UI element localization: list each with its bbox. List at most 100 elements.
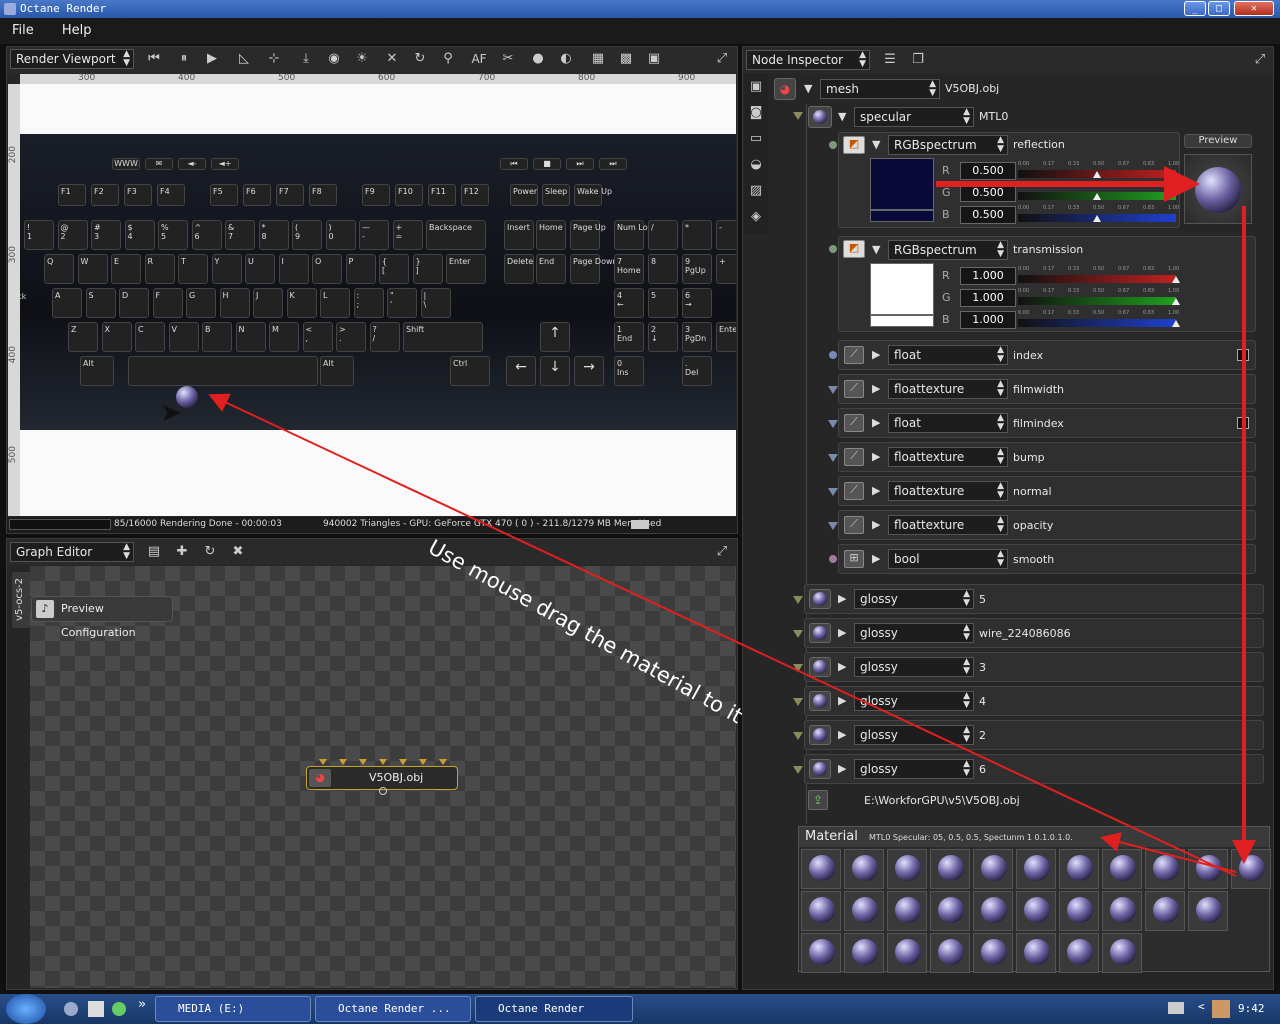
material-swatch[interactable] (973, 891, 1013, 931)
param-type-dropdown[interactable]: floattexture ▲ ▼ (888, 515, 1008, 535)
rotate-icon[interactable]: ↻ (411, 50, 429, 68)
sphere-icon[interactable]: ● (529, 50, 547, 68)
material-type-dropdown[interactable]: glossy ▲ ▼ (854, 623, 974, 643)
param-expand-icon[interactable]: ▶ (872, 348, 880, 361)
material-swatch[interactable] (1145, 849, 1185, 889)
material-swatch[interactable] (844, 849, 884, 889)
file-import-icon[interactable]: ⇪ (808, 790, 828, 810)
material-swatch[interactable] (887, 891, 927, 931)
quicklaunch-ie-icon[interactable] (64, 1002, 78, 1016)
specular-expand-icon[interactable]: ▼ (838, 110, 846, 123)
param-expand-icon[interactable]: ▶ (872, 484, 880, 497)
reflection-b-handle[interactable] (1093, 215, 1101, 222)
param-type-dropdown[interactable]: floattexture ▲ ▼ (888, 447, 1008, 467)
menu-help[interactable]: Help (50, 18, 104, 38)
checker-icon[interactable]: ▩ (617, 50, 635, 68)
quicklaunch-refresh-icon[interactable] (112, 1002, 126, 1016)
material-swatch[interactable] (887, 849, 927, 889)
material-type-dropdown[interactable]: glossy ▲ ▼ (854, 725, 974, 745)
param-value-toggle[interactable] (1237, 349, 1249, 361)
material-row-5[interactable]: ▶ glossy ▲ ▼ 2 (804, 720, 1264, 750)
collapse-all-icon[interactable]: ☰ (881, 51, 899, 69)
material-swatch[interactable] (1188, 891, 1228, 931)
tray-expand[interactable]: < (1198, 1000, 1205, 1013)
node-output-pin[interactable] (379, 787, 387, 795)
maximize-button[interactable]: □ (1208, 1, 1230, 16)
material-swatch[interactable] (1102, 849, 1142, 889)
param-expand-icon[interactable]: ▶ (872, 416, 880, 429)
material-expand-icon[interactable]: ▶ (838, 694, 846, 707)
material-expand-icon[interactable]: ▶ (838, 728, 846, 741)
render-target-icon[interactable]: ▣ (747, 78, 765, 96)
param-expand-icon[interactable]: ▶ (872, 518, 880, 531)
material-swatch[interactable] (1145, 891, 1185, 931)
material-swatch[interactable] (1102, 933, 1142, 973)
material-row-3[interactable]: ▶ glossy ▲ ▼ 3 (804, 652, 1264, 682)
camera-icon[interactable]: ◙ (747, 104, 765, 122)
material-swatch[interactable] (930, 891, 970, 931)
film-icon[interactable]: ▭ (747, 130, 765, 148)
material-expand-icon[interactable]: ▶ (838, 626, 846, 639)
material-type-dropdown[interactable]: glossy ▲ ▼ (854, 657, 974, 677)
alpha-icon[interactable]: ▣ (645, 50, 663, 68)
node-inspector-dropdown[interactable]: Node Inspector ▲ ▼ (746, 50, 870, 70)
maximize-viewport-icon[interactable]: ⤢ (713, 50, 731, 68)
pause-icon[interactable]: ⏸ (175, 50, 193, 68)
region-render-icon[interactable]: ◺ (235, 50, 253, 68)
material-swatch[interactable] (801, 849, 841, 889)
mesh-expand-icon[interactable]: ▼ (804, 82, 812, 95)
transmission-swatch[interactable] (870, 263, 934, 315)
autofocus-text-button[interactable]: AF (470, 50, 488, 68)
task-media[interactable]: MEDIA (E:) (155, 996, 311, 1022)
material-row-4[interactable]: ▶ glossy ▲ ▼ 4 (804, 686, 1264, 716)
node-input-pin[interactable] (399, 759, 407, 765)
material-swatch[interactable] (844, 933, 884, 973)
mesh-type-dropdown[interactable]: mesh ▲ ▼ (820, 79, 940, 99)
reflection-swatch[interactable] (870, 158, 934, 210)
material-swatch[interactable] (973, 933, 1013, 973)
focus-picker-icon[interactable]: ⊹ (265, 50, 283, 68)
close-button[interactable]: ✕ (1234, 1, 1274, 16)
image-icon[interactable]: ▨ (747, 182, 765, 200)
environment-icon[interactable]: ◒ (747, 156, 765, 174)
node-input-pin[interactable] (339, 759, 347, 765)
reflection-g-value[interactable]: 0.500 (960, 184, 1016, 202)
maximize-inspector-icon[interactable]: ⤢ (1251, 51, 1269, 69)
material-row-1[interactable]: ▶ glossy ▲ ▼ 5 (804, 584, 1264, 614)
add-node-icon[interactable]: ✚ (173, 543, 191, 561)
reflection-g-handle[interactable] (1093, 193, 1101, 200)
transmission-b-value[interactable]: 1.000 (960, 311, 1016, 329)
delete-node-icon[interactable]: ✖ (229, 543, 247, 561)
play-icon[interactable]: ▶ (203, 50, 221, 68)
refresh-icon[interactable]: ↻ (201, 543, 219, 561)
material-row-6[interactable]: ▶ glossy ▲ ▼ 6 (804, 754, 1264, 784)
material-expand-icon[interactable]: ▶ (838, 762, 846, 775)
mesh-node[interactable]: ◕ V5OBJ.obj (306, 759, 458, 795)
reflection-type-dropdown[interactable]: RGBspectrum ▲ ▼ (888, 135, 1008, 155)
reflection-r-value[interactable]: 0.500 (960, 162, 1016, 180)
menu-file[interactable]: File (0, 18, 46, 38)
material-swatch[interactable] (1188, 849, 1228, 889)
transmission-b-handle[interactable] (1172, 320, 1180, 327)
preview-configuration-button[interactable]: ♪ Preview Configuration (31, 596, 173, 639)
node-input-pin[interactable] (359, 759, 367, 765)
reflection-b-value[interactable]: 0.500 (960, 206, 1016, 224)
param-type-dropdown[interactable]: float ▲ ▼ (888, 413, 1008, 433)
kernel-icon[interactable]: ◈ (747, 208, 765, 226)
node-input-pin[interactable] (379, 759, 387, 765)
graph-editor-dropdown[interactable]: Graph Editor ▲ ▼ (10, 542, 134, 562)
transmission-g-slider[interactable] (1018, 297, 1176, 305)
transmission-expand-icon[interactable]: ▼ (872, 243, 880, 256)
material-swatch[interactable] (844, 891, 884, 931)
material-swatch[interactable] (930, 933, 970, 973)
material-row-2[interactable]: ▶ glossy ▲ ▼ wire_224086086 (804, 618, 1264, 648)
material-swatch[interactable] (1016, 849, 1056, 889)
reflection-expand-icon[interactable]: ▼ (872, 138, 880, 151)
transmission-b-slider[interactable] (1018, 319, 1176, 327)
material-picker-icon[interactable]: ◉ (325, 50, 343, 68)
material-swatch[interactable] (1231, 849, 1271, 889)
grid-icon[interactable]: ▦ (589, 50, 607, 68)
autofocus-off-icon[interactable]: ✕ (383, 50, 401, 68)
node-input-pin[interactable] (439, 759, 447, 765)
start-button[interactable] (6, 994, 46, 1024)
